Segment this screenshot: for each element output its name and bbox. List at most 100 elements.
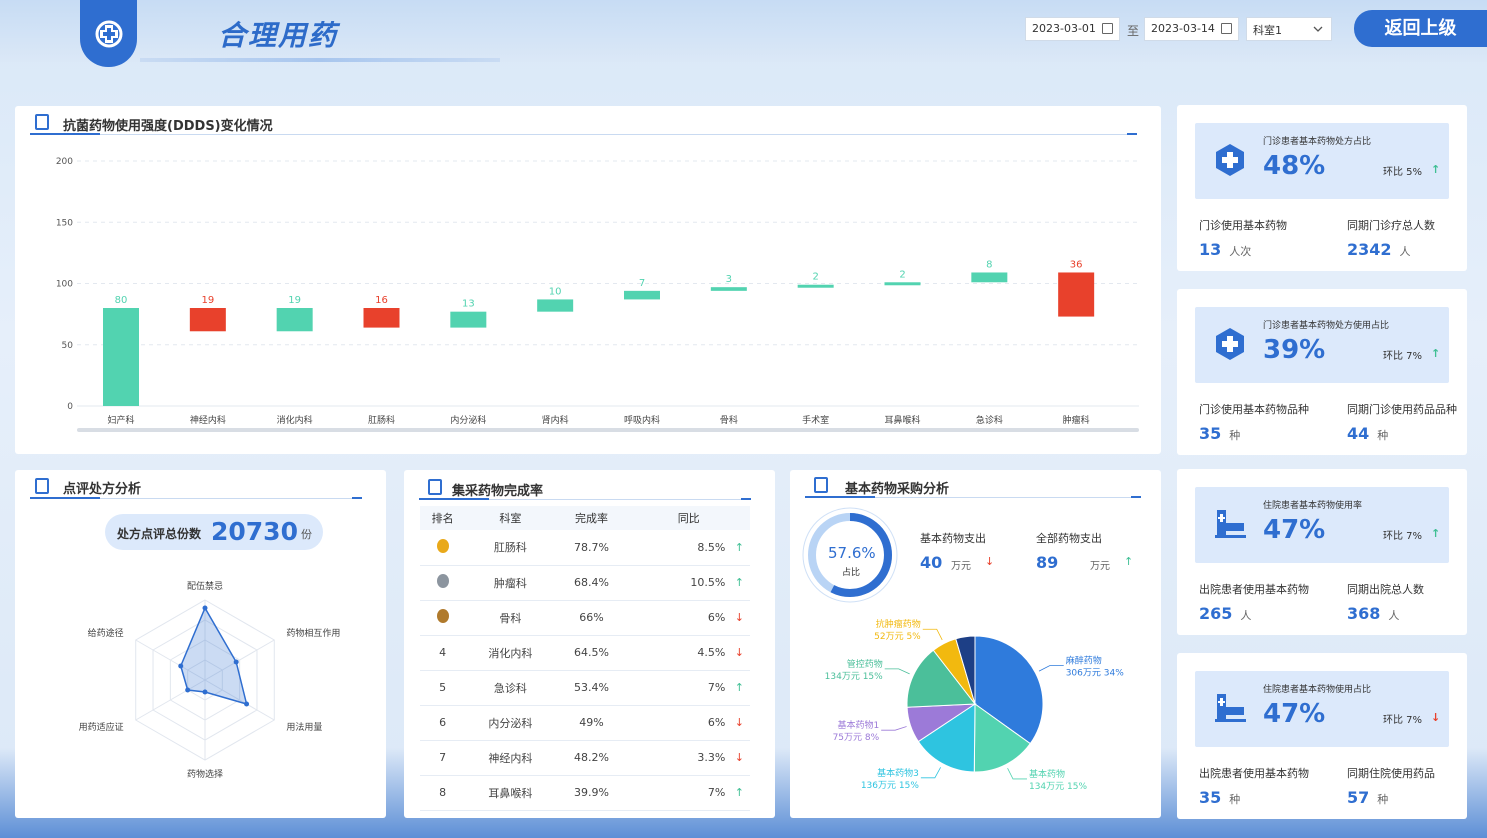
bar — [624, 290, 660, 300]
bar — [363, 308, 400, 328]
kpi-right-number: 57 — [1347, 788, 1370, 807]
ratio-label: 占比 — [842, 568, 861, 578]
x-tick-label: 妇产科 — [107, 414, 134, 426]
data-label: 8 — [986, 259, 992, 270]
x-tick-label: 耳鼻喉科 — [884, 414, 920, 426]
start-date-input[interactable]: 2023-03-01 — [1025, 17, 1120, 41]
review-total-label: 处方点评总份数 — [117, 527, 202, 541]
arrow-up-icon: ↑ — [734, 576, 744, 589]
kpi-subtitle: 门诊患者基本药物处方占比 — [1263, 137, 1372, 147]
pie-slice-name: 基本药物3 — [877, 767, 919, 779]
purchase-title: 基本药物采购分析 — [845, 482, 950, 497]
kpi-left-unit: 人次 — [1229, 245, 1252, 258]
chevron-down-icon — [1313, 26, 1323, 32]
title-underline — [805, 496, 1141, 498]
kpi-subtitle: 住院患者基本药物使用占比 — [1263, 685, 1372, 695]
kpi-right-label: 同期门诊使用药品品种 — [1347, 403, 1457, 416]
pie-slice-value: 136万元 15% — [861, 781, 919, 791]
title-underline — [419, 498, 751, 500]
back-button[interactable]: 返回上级 — [1354, 10, 1487, 47]
calendar-icon — [1102, 23, 1113, 34]
title-decoration — [140, 58, 500, 62]
yoy-value: 7% — [707, 681, 726, 694]
clipboard-icon — [428, 479, 442, 495]
kpi-left-unit: 种 — [1229, 429, 1241, 442]
rate-cell: 39.9% — [555, 775, 628, 811]
x-tick-label: 肛肠科 — [368, 414, 395, 426]
y-tick-label: 50 — [62, 341, 74, 351]
pie-slice-name: 管控药物 — [847, 658, 883, 670]
kpi-right-number: 368 — [1347, 604, 1381, 623]
yoy-value: 10.5% — [690, 576, 726, 589]
purchase-card: 基本药物采购分析 57.6% 占比 基本药物支出 40 万元 ↓ 全部药物支出 … — [790, 470, 1161, 818]
basic-spend-label: 基本药物支出 — [920, 532, 986, 545]
kpi-left-value: 35 种 — [1199, 788, 1240, 807]
kpi-left-label: 门诊使用基本药物 — [1199, 219, 1287, 232]
arrow-down-icon: ↓ — [734, 751, 744, 764]
end-date-input[interactable]: 2023-03-14 — [1144, 17, 1239, 41]
table-row: 7 神经内科 48.2% 3.3% ↓ — [420, 740, 750, 776]
yoy-cell: 8.5% ↑ — [627, 530, 750, 566]
arrow-down-icon: ↓ — [985, 555, 995, 568]
kpi-right-unit: 种 — [1377, 793, 1389, 806]
radar-point — [244, 701, 250, 707]
kpi-left-number: 35 — [1199, 788, 1222, 807]
rank-number: 7 — [439, 751, 447, 764]
kpi-left-label: 出院患者使用基本药物 — [1199, 583, 1309, 596]
review-card: 点评处方分析 处方点评总份数 20730 份 配伍禁忌 药物相互作用 用法用量 药物选… — [15, 470, 386, 818]
clipboard-icon — [35, 478, 49, 494]
review-total-pill: 处方点评总份数 20730 份 — [105, 514, 323, 550]
pie-slice-value: 306万元 34% — [1066, 669, 1124, 679]
yoy-cell: 6% ↓ — [627, 600, 750, 636]
kpi-subtitle: 住院患者基本药物使用率 — [1263, 501, 1363, 511]
kpi-left-number: 35 — [1199, 424, 1222, 443]
gold-medal-icon — [436, 538, 449, 553]
pie-leader-line — [881, 726, 907, 731]
radar-point — [202, 605, 208, 611]
bar — [450, 311, 487, 328]
yoy-value: 3.3% — [697, 751, 726, 764]
pie-slice-value: 52万元 5% — [874, 632, 921, 642]
review-total-value: 20730 — [211, 517, 298, 546]
x-tick-label: 消化内科 — [277, 414, 313, 426]
radar-point — [185, 687, 191, 693]
pie-slice-value: 75万元 8% — [833, 733, 880, 743]
arrow-up-icon: ↑ — [1431, 347, 1441, 360]
all-spend-unit: 万元 — [1090, 561, 1110, 572]
radar-point — [233, 659, 239, 665]
arrow-down-icon: ↓ — [734, 646, 744, 659]
kpi-ring-ratio: 环比 7% — [1383, 715, 1423, 726]
table-row: 8 耳鼻喉科 39.9% 7% ↑ — [420, 775, 750, 811]
bar — [537, 299, 574, 312]
arrow-up-icon: ↑ — [734, 540, 744, 554]
pie-leader-line — [920, 767, 941, 779]
antibiotic-card: 抗菌药物使用强度(DDDS)变化情况 0 50 100 150 200 80 妇产科 19 神经… — [15, 106, 1161, 454]
table-header-row: 排名 科室 完成率 同比 — [420, 506, 750, 530]
yoy-value: 8.5% — [697, 540, 726, 554]
kpi-subtitle: 门诊患者基本药物处方使用占比 — [1263, 321, 1390, 331]
rate-cell: 49% — [555, 705, 628, 741]
rank-cell: 8 — [420, 775, 466, 811]
dept-cell: 内分泌科 — [465, 705, 556, 741]
all-spend-label: 全部药物支出 — [1036, 532, 1102, 545]
dept-cell: 耳鼻喉科 — [465, 775, 556, 811]
yoy-value: 7% — [707, 786, 726, 799]
table-row: 4 消化内科 64.5% 4.5% ↓ — [420, 635, 750, 671]
dept-cell: 肛肠科 — [465, 530, 556, 566]
kpi-right-value: 2342 人 — [1347, 240, 1411, 259]
yoy-cell: 10.5% ↑ — [627, 565, 750, 601]
table-row: 5 急诊科 53.4% 7% ↑ — [420, 670, 750, 706]
dept-cell: 肿瘤科 — [465, 565, 556, 601]
yoy-value: 4.5% — [697, 646, 726, 659]
kpi-right-unit: 种 — [1377, 429, 1389, 442]
arrow-up-icon: ↑ — [734, 786, 744, 799]
pie-leader-line — [884, 668, 910, 675]
rate-cell: 66% — [555, 600, 628, 636]
kpi-left-value: 13 人次 — [1199, 240, 1251, 259]
rank-cell: 6 — [420, 705, 466, 741]
antibiotic-waterfall-chart: 0 50 100 150 200 80 妇产科 19 神经内科 19 消化内科 16 肛肠科 13 内分泌科… — [56, 157, 1139, 432]
dept-select[interactable]: 科室1 — [1246, 17, 1332, 41]
kpi-right-label: 同期住院使用药品 — [1347, 767, 1435, 780]
rate-cell: 64.5% — [555, 635, 628, 671]
rank-cell: 5 — [420, 670, 466, 706]
